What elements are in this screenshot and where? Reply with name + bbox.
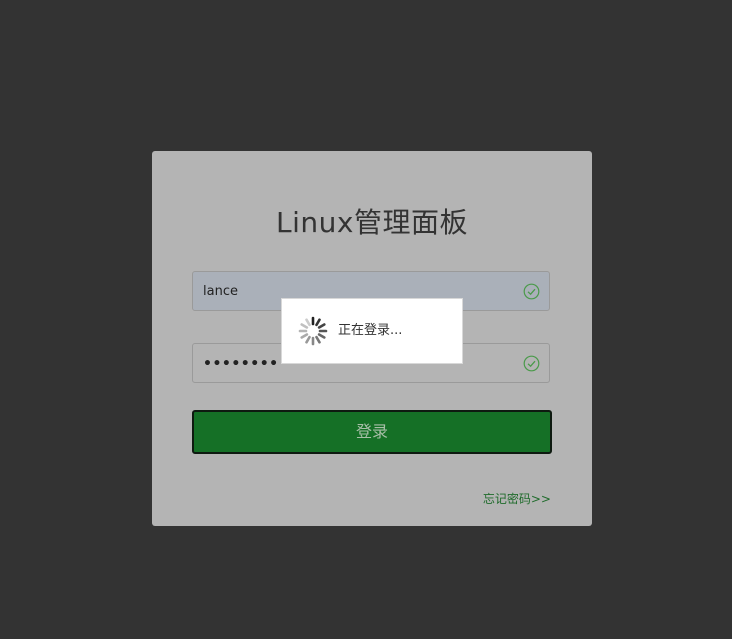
page: Linux管理面板 lance •••••••• 登录 忘记密码>> 正在登录.… — [0, 0, 732, 639]
username-value: lance — [203, 284, 238, 299]
page-title: Linux管理面板 — [276, 206, 468, 239]
loading-text: 正在登录... — [338, 323, 403, 338]
forgot-password-link[interactable]: 忘记密码>> — [483, 490, 551, 507]
check-circle-icon — [523, 355, 540, 372]
check-circle-icon — [523, 283, 540, 300]
spinner-icon — [298, 316, 328, 346]
login-button[interactable]: 登录 — [192, 410, 552, 454]
password-value: •••••••• — [203, 356, 279, 372]
loading-dialog: 正在登录... — [281, 298, 463, 364]
